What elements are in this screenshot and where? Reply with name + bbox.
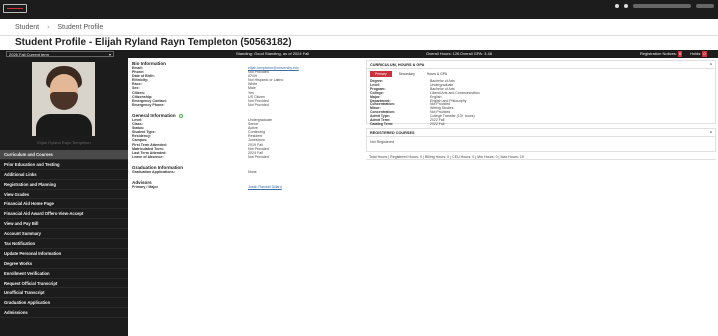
sidebar-item-official-transcript[interactable]: Request Official Transcript bbox=[0, 279, 128, 289]
registered-courses-title: REGISTERED COURSES bbox=[370, 131, 415, 135]
profile-photo-area: Elijah Ryland Rayn Templeton bbox=[0, 58, 128, 146]
holds-count: 0 bbox=[702, 51, 707, 57]
curriculum-title: CURRICULUM, HOURS & GPA bbox=[370, 63, 425, 67]
registered-courses-panel: REGISTERED COURSES ^ Not Registered bbox=[366, 128, 716, 152]
registered-courses-body: Not Registered bbox=[370, 140, 394, 144]
holds[interactable]: Holds: 0 bbox=[690, 51, 707, 57]
registered-courses-header[interactable]: REGISTERED COURSES ^ bbox=[367, 129, 715, 137]
sidebar-item-curriculum[interactable]: Curriculum and Courses bbox=[0, 150, 128, 160]
registration-notices-count: 0 bbox=[677, 51, 683, 57]
chevron-down-icon: ▾ bbox=[108, 52, 111, 57]
term-summary-bar: 2026 Fall Current term ▾ Standing: Good … bbox=[0, 50, 718, 58]
student-photo bbox=[32, 62, 95, 136]
academic-standing: Standing: Good Standing, as of 2024 Fall bbox=[236, 51, 310, 56]
sidebar-item-graduation-application[interactable]: Graduation Application bbox=[0, 298, 128, 309]
breadcrumb-separator: › bbox=[47, 24, 50, 31]
sidebar-item-unofficial-transcript[interactable]: Unofficial Transcript bbox=[0, 288, 128, 299]
main-content: Bio Information Email: elijah.templeton@u… bbox=[128, 58, 718, 336]
user-name-placeholder[interactable] bbox=[633, 4, 691, 8]
grid-icon[interactable] bbox=[615, 4, 619, 8]
page-title: Student Profile - Elijah Ryland Rayn Tem… bbox=[15, 37, 292, 48]
registration-notices[interactable]: Registration Notices: 0 bbox=[640, 51, 683, 57]
advisor-row: Primary / Major Justin Randall Dillard bbox=[132, 184, 282, 189]
sidebar-item-additional-links[interactable]: Additional Links bbox=[0, 170, 128, 180]
sidebar-item-award-offers[interactable]: Financial Aid Award Offers-View-Accept bbox=[0, 209, 128, 220]
curriculum-tabs: Primary Secondary Hours & GPA bbox=[367, 69, 715, 79]
advisor-link[interactable]: Justin Randall Dillard bbox=[248, 185, 282, 189]
breadcrumb-current: Student Profile bbox=[57, 24, 104, 31]
sidebar-item-update-personal[interactable]: Update Personal Information bbox=[0, 249, 128, 259]
top-navigation-bar bbox=[0, 0, 718, 19]
university-logo-icon[interactable] bbox=[3, 4, 27, 13]
sidebar-item-tax-notification[interactable]: Tax Notification bbox=[0, 239, 128, 249]
tab-hours-gpa[interactable]: Hours & GPA bbox=[422, 71, 452, 77]
sidebar-item-view-grades[interactable]: View Grades bbox=[0, 190, 128, 200]
tab-primary[interactable]: Primary bbox=[370, 71, 392, 77]
topbar-right-area bbox=[615, 4, 714, 8]
sidebar-item-account-summary[interactable]: Account Summary bbox=[0, 229, 128, 240]
overall-hours: Overall Hours: 126 bbox=[426, 51, 460, 56]
sidebar-item-enrollment-verification[interactable]: Enrollment Verification bbox=[0, 269, 128, 279]
user-icon[interactable] bbox=[624, 4, 628, 8]
sidebar: Elijah Ryland Rayn Templeton Curriculum … bbox=[0, 58, 128, 336]
curriculum-panel: CURRICULUM, HOURS & GPA ^ Primary Seconda… bbox=[366, 60, 716, 126]
chevron-up-icon[interactable]: ^ bbox=[710, 61, 712, 69]
term-select-value: 2026 Fall Current term bbox=[9, 52, 50, 57]
overall-gpa: Overall GPA: 3.48 bbox=[460, 51, 492, 56]
sidebar-menu: Curriculum and Courses Prior Education a… bbox=[0, 150, 128, 319]
chevron-up-icon[interactable]: ^ bbox=[710, 129, 712, 137]
signout-placeholder[interactable] bbox=[696, 4, 714, 8]
breadcrumb: Student › Student Profile bbox=[0, 20, 718, 36]
student-info-column: Bio Information Email: elijah.templeton@u… bbox=[132, 60, 360, 189]
registration-notices-label: Registration Notices: bbox=[640, 51, 677, 56]
curriculum-details: Degree: Bachelor of Arts Level: Undergradu… bbox=[367, 79, 715, 128]
sidebar-item-prior-education[interactable]: Prior Education and Testing bbox=[0, 160, 128, 170]
term-select[interactable]: 2026 Fall Current term ▾ bbox=[6, 51, 114, 57]
tab-secondary[interactable]: Secondary bbox=[394, 71, 420, 77]
sidebar-item-registration[interactable]: Registration and Planning bbox=[0, 180, 128, 190]
hours-totals: Total Hours | Registered Hours: 0 | Bill… bbox=[366, 154, 716, 160]
sidebar-item-financial-aid[interactable]: Financial Aid Home Page bbox=[0, 199, 128, 210]
holds-label: Holds: bbox=[690, 51, 702, 56]
curriculum-row: Catalog Term: 2022 Fall bbox=[370, 121, 445, 126]
sidebar-item-pay-bill[interactable]: View and Pay Bill bbox=[0, 219, 128, 230]
sidebar-item-degree-works[interactable]: Degree Works bbox=[0, 259, 128, 269]
sidebar-item-admissions[interactable]: Admissions bbox=[0, 308, 128, 319]
curriculum-header[interactable]: CURRICULUM, HOURS & GPA ^ bbox=[367, 61, 715, 69]
photo-caption: Elijah Ryland Rayn Templeton bbox=[37, 140, 91, 145]
breadcrumb-student-link[interactable]: Student bbox=[15, 24, 39, 31]
